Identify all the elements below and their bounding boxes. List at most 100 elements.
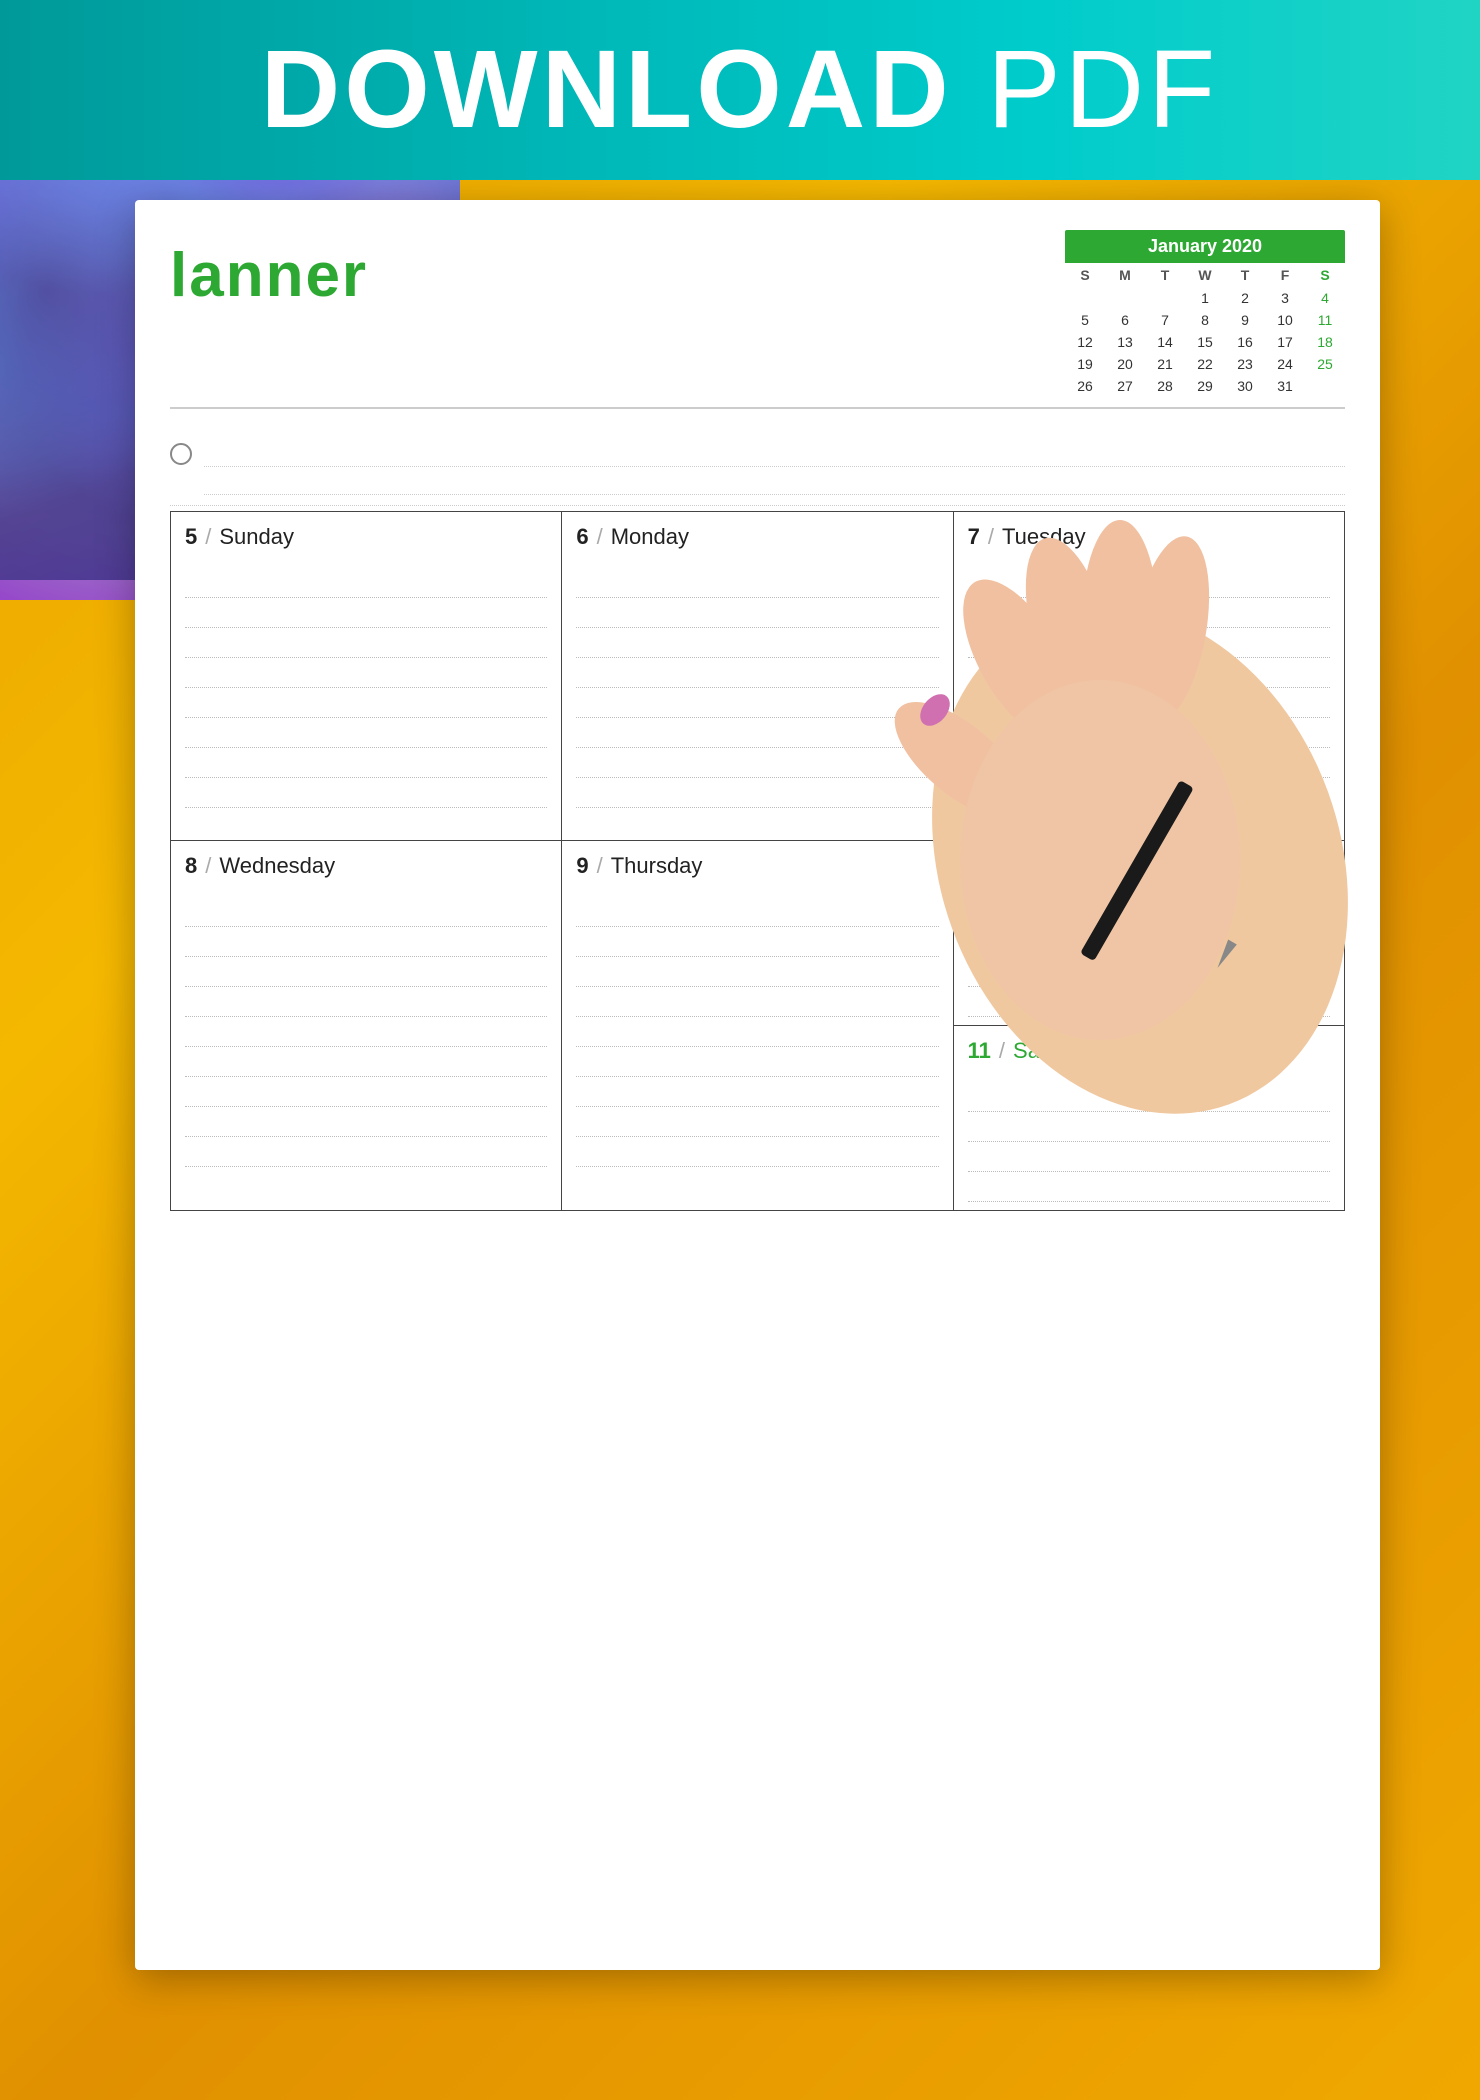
cal-day-sat: 18: [1305, 331, 1345, 353]
cal-week-1: 1 2 3 4: [1065, 287, 1345, 309]
friday-saturday-column: 10 / F 11 / Satu: [954, 841, 1345, 1211]
thursday-name: Thursday: [611, 853, 703, 879]
note-area: [170, 424, 1345, 506]
cal-day: 24: [1265, 353, 1305, 375]
line: [185, 987, 547, 1017]
line: [968, 688, 1330, 718]
monday-header: 6 / Monday: [576, 524, 938, 556]
weekly-grid: 5 / Sunday 6 /: [170, 511, 1345, 1211]
cal-day: 23: [1225, 353, 1265, 375]
tuesday-name: Tuesday: [1002, 524, 1086, 550]
line: [968, 658, 1330, 688]
line: [968, 598, 1330, 628]
line: [968, 1142, 1330, 1172]
cal-day: [1065, 287, 1105, 309]
cal-day: 27: [1105, 375, 1145, 397]
friday-lines: [968, 897, 1330, 1017]
monday-lines: [576, 568, 938, 808]
cal-header-sun: S: [1065, 263, 1105, 287]
line: [576, 1017, 938, 1047]
line: [185, 718, 547, 748]
cal-day: 6: [1105, 309, 1145, 331]
day-wednesday: 8 / Wednesday: [171, 841, 562, 1211]
sunday-lines: [185, 568, 547, 808]
thursday-lines: [576, 897, 938, 1167]
week-row-2: 8 / Wednesday: [170, 841, 1345, 1211]
line: [576, 1137, 938, 1167]
line: [576, 718, 938, 748]
cal-day-sat: 4: [1305, 287, 1345, 309]
line: [185, 1137, 547, 1167]
saturday-lines: [968, 1082, 1330, 1202]
line: [576, 658, 938, 688]
thursday-header: 9 / Thursday: [576, 853, 938, 885]
note-line: [204, 467, 1345, 495]
line: [185, 957, 547, 987]
line: [968, 628, 1330, 658]
header-title: DOWNLOAD PDF: [261, 35, 1219, 145]
cal-header-thu: T: [1225, 263, 1265, 287]
monday-number: 6: [576, 524, 588, 550]
tuesday-lines: [968, 568, 1330, 808]
cal-day: 5: [1065, 309, 1105, 331]
line: [968, 987, 1330, 1017]
line: [968, 1112, 1330, 1142]
cal-day: 7: [1145, 309, 1185, 331]
wednesday-name: Wednesday: [219, 853, 335, 879]
line: [576, 957, 938, 987]
cal-header-tue: T: [1145, 263, 1185, 287]
saturday-number: 11: [968, 1038, 991, 1064]
line: [576, 1077, 938, 1107]
line: [968, 1082, 1330, 1112]
cal-header-fri: F: [1265, 263, 1305, 287]
saturday-name: Saturday: [1013, 1038, 1101, 1064]
cal-day: 10: [1265, 309, 1305, 331]
note-lines: [204, 439, 1345, 495]
cal-week-4: 19 20 21 22 23 24 25: [1065, 353, 1345, 375]
cal-day: 3: [1265, 287, 1305, 309]
cal-day: 8: [1185, 309, 1225, 331]
day-tuesday: 7 / Tuesday: [954, 512, 1345, 841]
note-line: [204, 439, 1345, 467]
line: [185, 628, 547, 658]
cal-header-mon: M: [1105, 263, 1145, 287]
cal-day-sat: 25: [1305, 353, 1345, 375]
planner-title: lanner: [170, 230, 368, 311]
day-friday: 10 / F: [954, 841, 1344, 1026]
checkbox-circle[interactable]: [170, 443, 192, 465]
line: [968, 718, 1330, 748]
line: [576, 897, 938, 927]
line: [968, 897, 1330, 927]
line: [185, 1017, 547, 1047]
tuesday-slash: /: [988, 524, 994, 550]
wednesday-number: 8: [185, 853, 197, 879]
cal-day: 20: [1105, 353, 1145, 375]
line: [968, 927, 1330, 957]
monday-name: Monday: [611, 524, 689, 550]
cal-day: 2: [1225, 287, 1265, 309]
cal-day: 15: [1185, 331, 1225, 353]
cal-day: 13: [1105, 331, 1145, 353]
line: [185, 568, 547, 598]
line: [576, 1107, 938, 1137]
line: [185, 1047, 547, 1077]
sunday-number: 5: [185, 524, 197, 550]
thursday-number: 9: [576, 853, 588, 879]
friday-header: 10 / F: [968, 853, 1330, 885]
cal-week-2: 5 6 7 8 9 10 11: [1065, 309, 1345, 331]
cal-day-sat: 11: [1305, 309, 1345, 331]
cal-header-wed: W: [1185, 263, 1225, 287]
line: [185, 688, 547, 718]
cal-week-5: 26 27 28 29 30 31: [1065, 375, 1345, 397]
cal-day: [1105, 287, 1145, 309]
cal-day: 28: [1145, 375, 1185, 397]
cal-day: 14: [1145, 331, 1185, 353]
calendar-month-header: January 2020: [1065, 230, 1345, 263]
cal-day: 29: [1185, 375, 1225, 397]
friday-slash: /: [1000, 853, 1006, 879]
line: [576, 598, 938, 628]
line: [576, 927, 938, 957]
planner-page: lanner January 2020 S M T W T F S: [135, 200, 1380, 1970]
friday-number: 10: [968, 853, 992, 879]
tuesday-header: 7 / Tuesday: [968, 524, 1330, 556]
